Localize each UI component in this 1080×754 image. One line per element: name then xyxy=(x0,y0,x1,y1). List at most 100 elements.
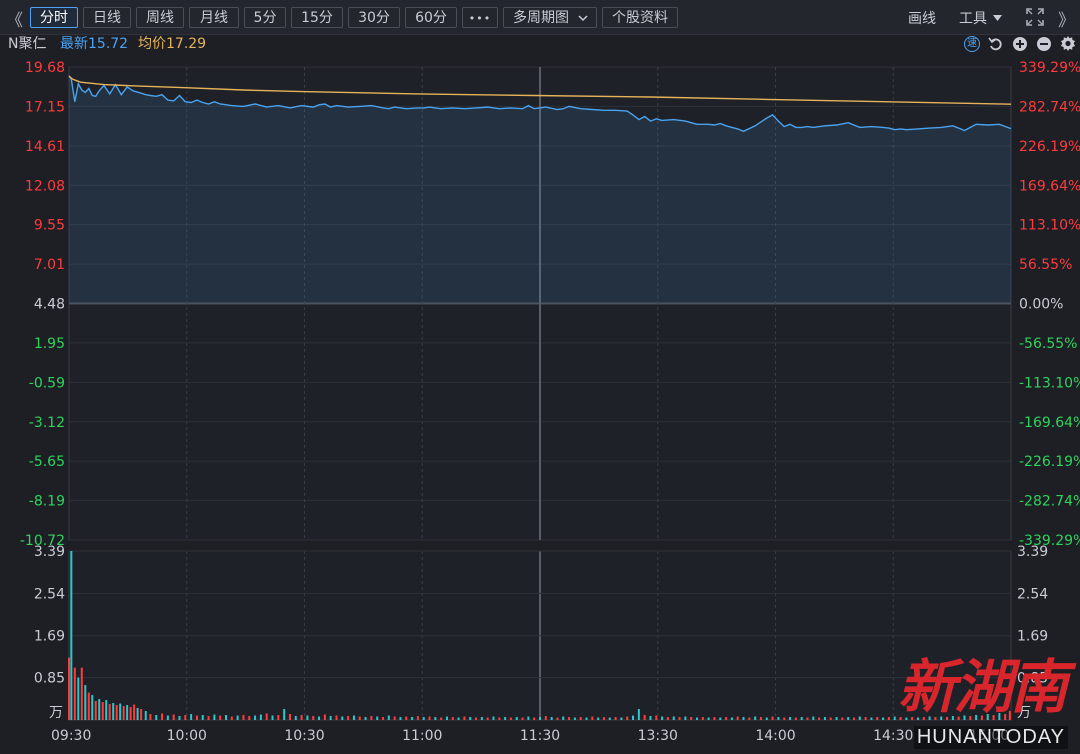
volume-bar xyxy=(498,717,501,720)
volume-bar xyxy=(155,715,158,720)
volume-bar xyxy=(823,717,826,720)
volume-bar xyxy=(492,716,495,720)
volume-bar xyxy=(515,717,518,720)
undo-icon[interactable] xyxy=(988,36,1004,52)
tools-label: 工具 xyxy=(959,11,987,27)
prev-arrow-icon[interactable]: 《 xyxy=(6,6,23,31)
volume-bar xyxy=(754,716,757,720)
tab-daily[interactable]: 日线 xyxy=(83,7,131,28)
volume-bar xyxy=(370,716,373,720)
volume-bar xyxy=(853,717,855,720)
volume-bar xyxy=(129,707,132,720)
volume-bar xyxy=(620,717,623,720)
volume-tick-label: 2.54 xyxy=(34,586,65,602)
volume-bar xyxy=(219,715,222,720)
volume-tick-label: 0.85 xyxy=(34,671,65,687)
volume-bar xyxy=(736,716,739,720)
volume-bar xyxy=(122,706,125,720)
volume-bar xyxy=(509,717,512,720)
volume-bar xyxy=(376,716,379,720)
chevron-down-icon xyxy=(578,15,588,22)
volume-bar xyxy=(126,705,129,720)
tab-weekly[interactable]: 周线 xyxy=(136,7,184,28)
tab-monthly[interactable]: 月线 xyxy=(189,7,239,28)
volume-bar xyxy=(597,717,600,720)
volume-bar xyxy=(887,717,890,720)
volume-bar xyxy=(882,717,885,720)
volume-bar xyxy=(207,716,210,720)
volume-bar xyxy=(91,695,94,720)
volume-bar xyxy=(405,716,408,720)
volume-bar xyxy=(608,717,611,720)
volume-bar xyxy=(364,717,367,720)
volume-bar xyxy=(521,717,524,720)
zoom-out-icon[interactable] xyxy=(1036,36,1052,52)
tab-15min[interactable]: 15分 xyxy=(291,7,343,28)
pct-tick-label: 282.74% xyxy=(1019,99,1080,115)
watermark-en: HUNANTODAY xyxy=(913,726,1068,749)
volume-bar xyxy=(835,717,838,720)
volume-bar xyxy=(806,717,809,720)
latest-price-readout: 最新15.72 xyxy=(60,34,128,54)
price-tick-label: 7.01 xyxy=(34,257,65,273)
volume-bar xyxy=(166,715,169,720)
volume-unit-label: 万 xyxy=(49,705,63,721)
time-tick-label: 11:30 xyxy=(520,728,560,744)
tab-30min[interactable]: 30分 xyxy=(348,7,400,28)
price-tick-label: 19.68 xyxy=(25,60,65,76)
volume-bar xyxy=(759,717,762,720)
tab-60min[interactable]: 60分 xyxy=(405,7,457,28)
next-arrow-icon[interactable]: 》 xyxy=(1058,6,1075,31)
tab-5min[interactable]: 5分 xyxy=(244,7,286,28)
volume-bar xyxy=(77,677,80,720)
pct-tick-label: 56.55% xyxy=(1019,257,1072,273)
volume-bar xyxy=(725,717,728,720)
volume-bar xyxy=(133,704,136,720)
volume-bar xyxy=(655,715,658,720)
volume-bar xyxy=(73,667,76,720)
more-periods-button[interactable]: ••• xyxy=(462,7,498,28)
price-tick-label: 17.15 xyxy=(25,99,65,115)
tools-dropdown[interactable]: 工具 xyxy=(959,8,1003,28)
volume-bar xyxy=(352,715,355,720)
volume-bar xyxy=(178,716,181,720)
pct-tick-label: -226.19% xyxy=(1019,454,1080,470)
volume-bar xyxy=(105,700,108,720)
volume-bar xyxy=(585,717,588,720)
volume-bar xyxy=(730,717,733,720)
volume-bar xyxy=(140,709,143,720)
volume-bar xyxy=(562,716,565,720)
volume-bar xyxy=(544,716,547,720)
volume-tick-label: 1.69 xyxy=(34,629,65,645)
draw-line-button[interactable]: 画线 xyxy=(908,8,936,28)
volume-bar xyxy=(254,715,257,720)
speed-icon[interactable]: 速 xyxy=(964,36,980,52)
volume-bar xyxy=(80,667,83,720)
volume-bar xyxy=(87,692,90,720)
price-tick-label: 1.95 xyxy=(34,336,65,352)
volume-bar xyxy=(190,714,193,720)
volume-bar xyxy=(475,717,478,720)
volume-bar xyxy=(480,717,483,720)
volume-bar xyxy=(701,717,704,720)
volume-bar xyxy=(858,716,861,720)
zoom-in-icon[interactable] xyxy=(1012,36,1028,52)
fullscreen-icon[interactable] xyxy=(1026,8,1044,26)
volume-bar xyxy=(98,699,101,720)
volume-bar xyxy=(789,717,792,720)
tab-intraday[interactable]: 分时 xyxy=(30,7,78,28)
stock-info-button[interactable]: 个股资料 xyxy=(602,7,678,28)
pct-tick-label: -56.55% xyxy=(1019,336,1077,352)
volume-bar xyxy=(318,716,321,720)
pct-tick-label: -113.10% xyxy=(1019,375,1080,391)
volume-bar xyxy=(119,703,122,720)
settings-gear-icon[interactable] xyxy=(1060,36,1076,52)
multi-period-dropdown[interactable]: 多周期图 xyxy=(503,7,597,28)
volume-bar xyxy=(294,716,297,720)
volume-bar xyxy=(101,702,104,720)
price-tick-label: -3.12 xyxy=(29,415,65,431)
volume-bar xyxy=(341,716,344,720)
volume-bar xyxy=(661,716,664,720)
volume-tick-label: 2.54 xyxy=(1017,586,1048,602)
volume-bar xyxy=(678,717,681,720)
